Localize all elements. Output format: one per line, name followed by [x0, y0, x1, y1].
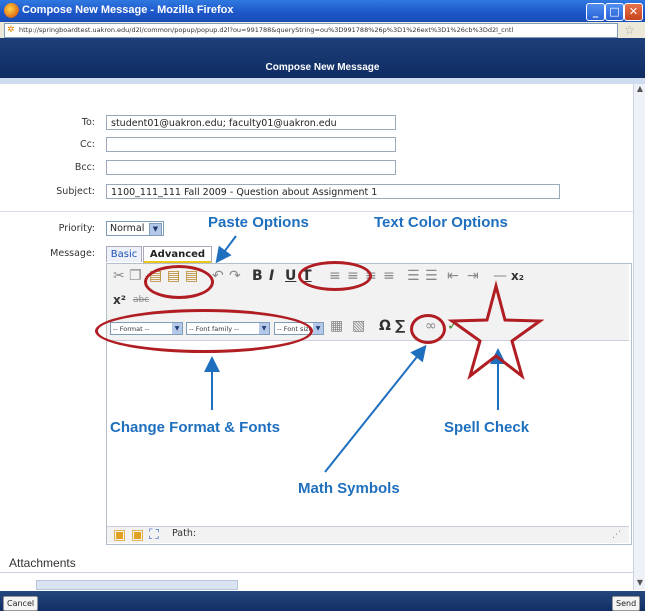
annotation-arrows — [204, 235, 545, 473]
math-symbols-arrow — [324, 344, 427, 473]
paste-options-arrow — [215, 235, 237, 264]
spell-check-star — [447, 280, 545, 380]
